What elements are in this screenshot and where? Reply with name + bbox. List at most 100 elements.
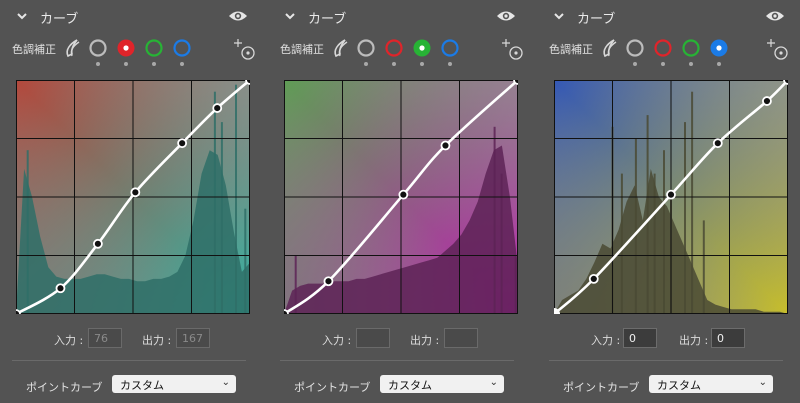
histogram-spike bbox=[653, 173, 656, 314]
output-field[interactable]: 0 bbox=[711, 328, 745, 348]
curve-point[interactable] bbox=[93, 238, 103, 249]
curve-panel-red: カーブ 色調補正 入力 : 76 出力 : 167 ポイントカーブ カスタム ⌄ bbox=[0, 0, 266, 403]
curve-point[interactable] bbox=[323, 276, 334, 287]
histogram-spike bbox=[235, 84, 237, 314]
channel-red-dot bbox=[392, 62, 396, 66]
channel-rgb-button[interactable] bbox=[88, 38, 108, 58]
target-adjust-icon[interactable] bbox=[502, 38, 524, 62]
channel-rgb-dot bbox=[96, 62, 100, 66]
channel-blue-dot bbox=[180, 62, 184, 66]
curve-point[interactable] bbox=[55, 283, 66, 294]
output-label: 出力 : bbox=[142, 334, 172, 347]
point-curve-select[interactable]: カスタム ⌄ bbox=[380, 375, 504, 393]
curve-point[interactable] bbox=[284, 309, 289, 314]
curve-point[interactable] bbox=[783, 80, 788, 85]
channel-red-button[interactable] bbox=[653, 38, 673, 58]
curve-point[interactable] bbox=[16, 309, 21, 314]
output-label: 出力 : bbox=[410, 334, 440, 347]
histogram-spike bbox=[514, 255, 517, 314]
channel-red-button[interactable] bbox=[116, 38, 136, 58]
point-curve-value: カスタム bbox=[388, 379, 432, 392]
histogram-spike bbox=[26, 150, 29, 314]
input-field[interactable]: 76 bbox=[88, 328, 122, 348]
chevron-down-icon[interactable] bbox=[284, 10, 296, 22]
curve-panel-green: カーブ 色調補正 入力 : 出力 : ポイントカーブ カスタム ⌄ bbox=[268, 0, 534, 403]
output-field[interactable]: 167 bbox=[176, 328, 210, 348]
channel-green-button[interactable] bbox=[144, 38, 164, 58]
separator bbox=[280, 360, 514, 361]
curve-point[interactable] bbox=[130, 187, 141, 198]
brush-stroke-icon[interactable] bbox=[330, 38, 350, 58]
tone-adjust-label: 色調補正 bbox=[549, 43, 593, 56]
point-curve-select[interactable]: カスタム ⌄ bbox=[112, 375, 236, 393]
panel-header: カーブ bbox=[0, 6, 266, 28]
panel-header: カーブ bbox=[268, 6, 534, 28]
separator bbox=[12, 360, 246, 361]
chevron-down-icon[interactable] bbox=[16, 10, 28, 22]
channel-green-dot bbox=[689, 62, 693, 66]
curve-point[interactable] bbox=[588, 273, 599, 284]
channel-rgb-button[interactable] bbox=[625, 38, 645, 58]
histogram-spike bbox=[493, 126, 496, 314]
curve-point[interactable] bbox=[513, 80, 518, 85]
histogram-spike bbox=[634, 138, 637, 314]
eye-icon[interactable] bbox=[496, 9, 516, 23]
point-curve-label: ポイントカーブ bbox=[294, 381, 371, 394]
tone-adjust-label: 色調補正 bbox=[12, 43, 56, 56]
channel-rgb-dot bbox=[633, 62, 637, 66]
histogram-spike bbox=[213, 91, 216, 314]
input-field[interactable]: 0 bbox=[623, 328, 657, 348]
channel-blue-dot bbox=[448, 62, 452, 66]
point-curve-label: ポイントカーブ bbox=[26, 381, 103, 394]
target-adjust-icon[interactable] bbox=[234, 38, 256, 62]
tone-adjust-label: 色調補正 bbox=[280, 43, 324, 56]
histogram-spike bbox=[646, 115, 649, 314]
chevron-down-icon[interactable] bbox=[553, 10, 565, 22]
panel-title: カーブ bbox=[577, 12, 616, 27]
target-adjust-icon[interactable] bbox=[767, 38, 789, 62]
histogram-spike bbox=[220, 122, 223, 314]
curve-point[interactable] bbox=[712, 138, 723, 149]
panel-title: カーブ bbox=[308, 12, 347, 27]
channel-blue-button[interactable] bbox=[709, 38, 729, 58]
chevron-down-icon: ⌄ bbox=[758, 377, 767, 388]
histogram-spike bbox=[620, 173, 623, 314]
chevron-down-icon: ⌄ bbox=[489, 377, 498, 388]
input-field[interactable] bbox=[356, 328, 390, 348]
point-io-row: 入力 : 出力 : bbox=[268, 328, 534, 350]
channel-rgb-dot bbox=[364, 62, 368, 66]
curve-graph[interactable] bbox=[16, 80, 250, 314]
eye-icon[interactable] bbox=[228, 9, 248, 23]
channel-green-button[interactable] bbox=[681, 38, 701, 58]
curve-point[interactable] bbox=[398, 189, 409, 200]
input-label: 入力 : bbox=[54, 334, 84, 347]
curve-point[interactable] bbox=[245, 80, 250, 85]
channel-blue-dot bbox=[717, 62, 721, 66]
channel-blue-button[interactable] bbox=[440, 38, 460, 58]
point-curve-select[interactable]: カスタム ⌄ bbox=[649, 375, 773, 393]
histogram-spike bbox=[702, 220, 705, 314]
input-label: 入力 : bbox=[591, 334, 621, 347]
brush-stroke-icon[interactable] bbox=[62, 38, 82, 58]
output-label: 出力 : bbox=[679, 334, 709, 347]
channel-blue-button[interactable] bbox=[172, 38, 192, 58]
curve-point[interactable] bbox=[762, 96, 772, 106]
channel-green-button[interactable] bbox=[412, 38, 432, 58]
point-io-row: 入力 : 76 出力 : 167 bbox=[0, 328, 266, 350]
point-curve-label: ポイントカーブ bbox=[563, 381, 640, 394]
brush-stroke-icon[interactable] bbox=[599, 38, 619, 58]
curve-graph[interactable] bbox=[284, 80, 518, 314]
curve-point[interactable] bbox=[440, 140, 451, 151]
curve-graph[interactable] bbox=[554, 80, 788, 314]
curve-point[interactable] bbox=[177, 138, 188, 149]
channel-rgb-button[interactable] bbox=[356, 38, 376, 58]
eye-icon[interactable] bbox=[765, 9, 785, 23]
panel-header: カーブ bbox=[537, 6, 800, 28]
chevron-down-icon: ⌄ bbox=[221, 377, 230, 388]
separator bbox=[549, 360, 783, 361]
output-field[interactable] bbox=[444, 328, 478, 348]
channel-red-button[interactable] bbox=[384, 38, 404, 58]
curve-point[interactable] bbox=[212, 103, 223, 113]
curve-point[interactable] bbox=[666, 189, 676, 200]
channel-red-dot bbox=[124, 62, 128, 66]
